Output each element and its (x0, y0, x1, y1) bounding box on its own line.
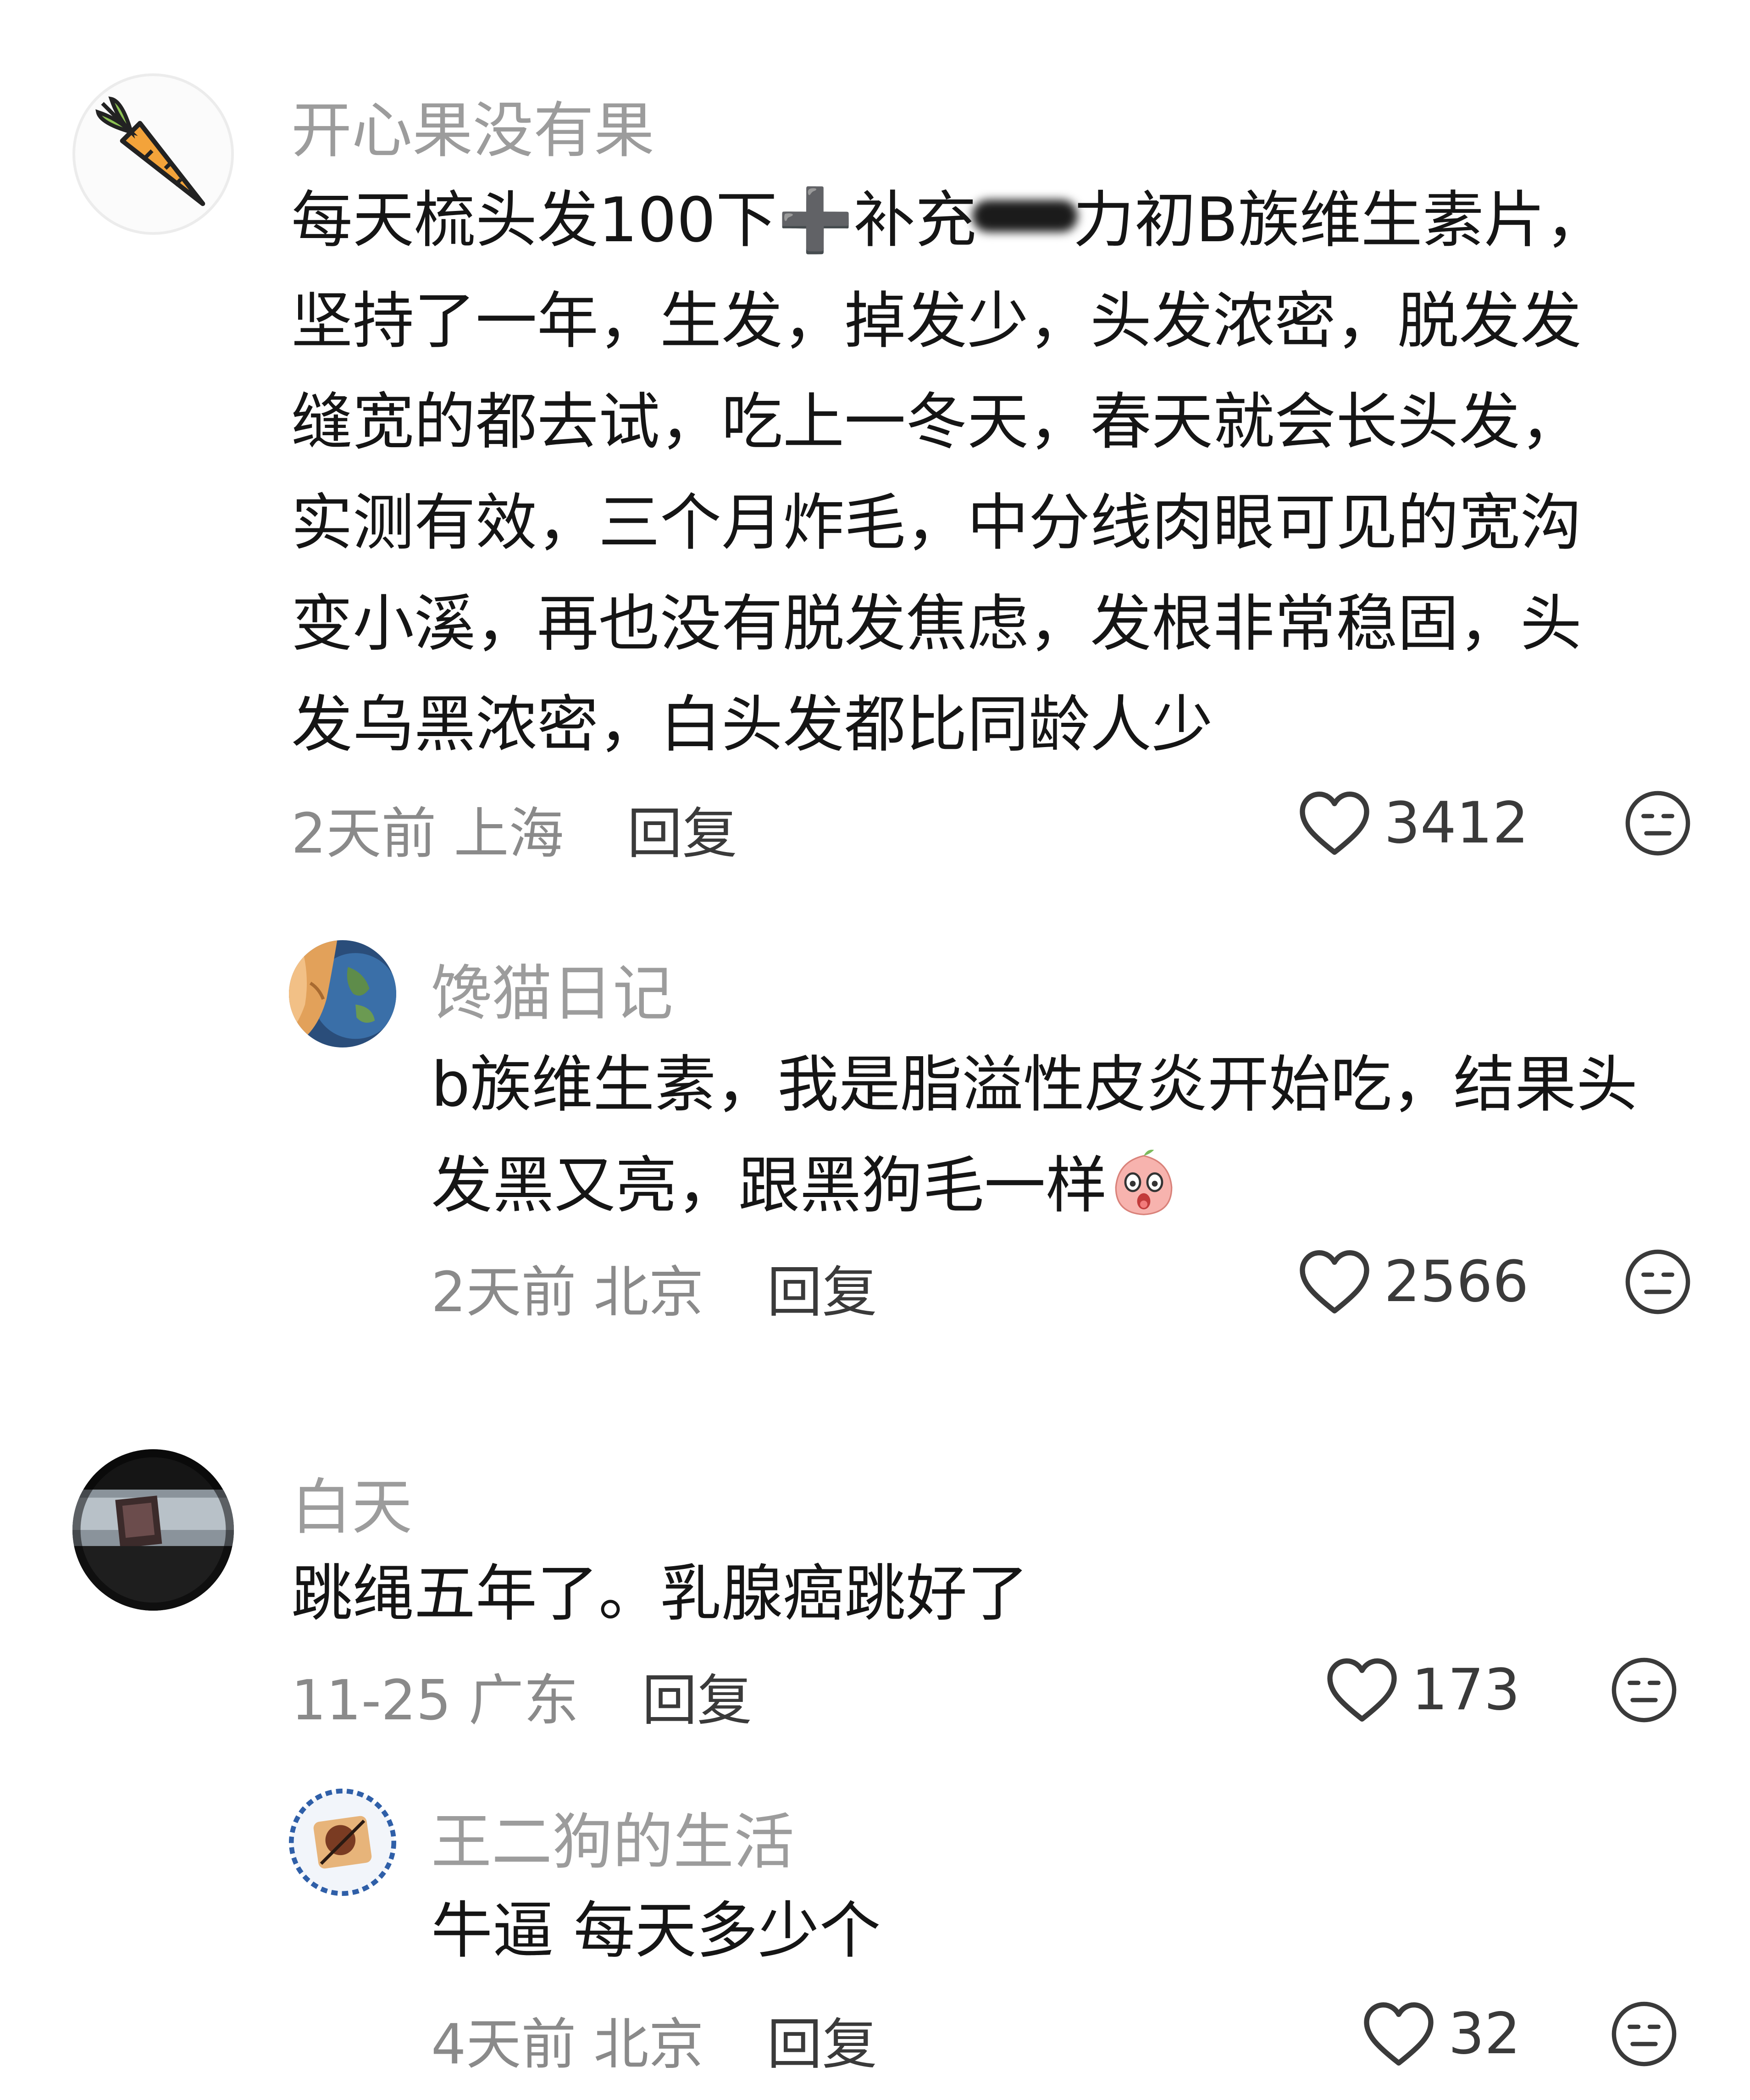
meh-face-icon (1612, 2001, 1677, 2067)
meh-face-icon (1625, 791, 1690, 856)
comment-text: 每天梳头发100下➕补充 力初B族维生素片， 坚持了一年，生发，掉发少，头发浓密，… (291, 170, 1607, 775)
comment-text-segment: 每天梳头发100下 (291, 184, 777, 256)
like-button[interactable]: 32 (1362, 2000, 1521, 2068)
redaction-mask (972, 200, 1078, 232)
comment-meta: 11-25 广东 回复 (291, 1656, 752, 1735)
reply-button[interactable]: 回复 (767, 2013, 877, 2077)
time-location: 11-25 广东 (291, 1669, 579, 1733)
reply-text: b族维生素，我是脂溢性皮炎开始吃，结果头 发黑又亮，跟黑狗毛一样 (431, 1034, 1638, 1236)
comment-text-line: 发乌黑浓密，白头发都比同龄人少 (291, 689, 1213, 760)
username[interactable]: 馋猫日记 (431, 945, 673, 1032)
avatar[interactable] (72, 1449, 234, 1611)
comment-text-line: 坚持了一年，生发，掉发少，头发浓密，脱发发 (291, 285, 1582, 357)
like-button[interactable]: 3412 (1298, 789, 1529, 858)
comment-text-segment: 力初B族维生素片， (1073, 184, 1607, 256)
reply-button[interactable]: 回复 (767, 1261, 877, 1324)
username[interactable]: 王二狗的生活 (431, 1793, 794, 1881)
like-count: 32 (1448, 2001, 1521, 2067)
heart-icon (1300, 792, 1369, 855)
avatar[interactable] (72, 73, 234, 235)
reply-button[interactable]: 回复 (627, 802, 737, 866)
carrot-icon (95, 96, 205, 206)
food-plate-avatar (289, 1789, 396, 1896)
comment-text-line: 跳绳五年了。乳腺癌跳好了 (291, 1558, 1029, 1629)
like-button[interactable]: 173 (1325, 1656, 1520, 1724)
reply-meta: 4天前 北京 回复 (431, 2000, 877, 2079)
time-location: 4天前 北京 (431, 2013, 704, 2077)
reply-meta: 2天前 北京 回复 (431, 1247, 877, 1327)
time-location: 2天前 北京 (431, 1261, 704, 1324)
heart-icon (1300, 1250, 1369, 1313)
username[interactable]: 白天 (291, 1458, 412, 1546)
comment-text-line: 缝宽的都去试，吃上一冬天，春天就会长头发， (291, 386, 1582, 458)
comment-meta: 2天前 上海 回复 (291, 789, 737, 869)
avatar[interactable] (289, 940, 396, 1047)
meh-face-icon (1625, 1249, 1690, 1314)
comment-text: 跳绳五年了。乳腺癌跳好了 (291, 1543, 1029, 1644)
heart-icon (1327, 1658, 1397, 1722)
reply-text-line: b族维生素，我是脂溢性皮炎开始吃，结果头 (431, 1049, 1638, 1120)
like-count: 2566 (1384, 1249, 1529, 1315)
dislike-button[interactable] (1610, 1656, 1678, 1724)
heart-icon (1364, 2002, 1434, 2066)
like-count: 3412 (1384, 790, 1529, 856)
plus-emoji: ➕ (777, 184, 854, 256)
comment-text-segment: 补充 (853, 184, 977, 256)
like-count: 173 (1412, 1657, 1520, 1723)
reply-button[interactable]: 回复 (642, 1669, 752, 1733)
reply-text: 牛逼 每天多少个 (431, 1880, 881, 1981)
dislike-button[interactable] (1623, 789, 1692, 858)
meh-face-icon (1612, 1657, 1677, 1723)
username[interactable]: 开心果没有果 (291, 82, 654, 169)
cat-earth-avatar (289, 940, 396, 1047)
dislike-button[interactable] (1623, 1247, 1692, 1316)
like-button[interactable]: 2566 (1298, 1247, 1529, 1316)
shocked-peach-emoji (1115, 1149, 1173, 1215)
time-location: 2天前 上海 (291, 802, 564, 866)
comment-text-line: 变小溪，再也没有脱发焦虑，发根非常稳固，头 (291, 588, 1582, 659)
dark-photo-avatar (72, 1449, 234, 1611)
avatar[interactable] (289, 1789, 396, 1896)
dislike-button[interactable] (1610, 2000, 1678, 2068)
comment-text-line: 实测有效，三个月炸毛，中分线肉眼可见的宽沟 (291, 487, 1582, 559)
reply-text-line: 牛逼 每天多少个 (431, 1895, 881, 1967)
reply-text-line: 发黑又亮，跟黑狗毛一样 (431, 1150, 1108, 1221)
